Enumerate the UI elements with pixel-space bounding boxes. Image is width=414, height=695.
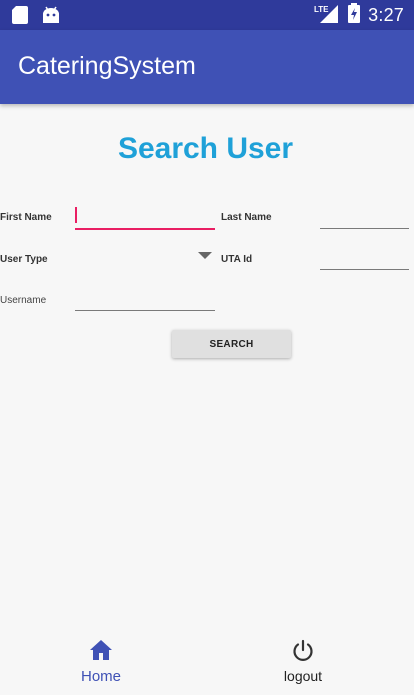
- uta-id-underline: [320, 269, 409, 270]
- username-underline: [75, 310, 215, 311]
- username-label: Username: [0, 295, 47, 306]
- app-bar: CateringSystem: [0, 30, 414, 104]
- power-icon: [291, 639, 315, 668]
- first-name-underline: [75, 228, 215, 230]
- status-bar: LTE 3:27: [0, 0, 414, 30]
- status-icons: LTE 3:27: [314, 0, 404, 30]
- android-icon: [42, 6, 60, 24]
- last-name-label: Last Name: [221, 212, 272, 223]
- battery-charging-icon: [348, 2, 361, 28]
- app-title: CateringSystem: [18, 52, 196, 80]
- last-name-underline: [320, 228, 409, 229]
- sd-card-icon: [12, 6, 28, 24]
- uta-id-input[interactable]: [322, 247, 408, 267]
- username-input[interactable]: [78, 288, 214, 308]
- chevron-down-icon: [198, 252, 212, 259]
- status-time: 3:27: [368, 4, 404, 25]
- uta-id-label: UTA Id: [221, 254, 253, 265]
- first-name-label: First Name: [0, 212, 52, 223]
- nav-label-home: Home: [80, 668, 121, 685]
- last-name-input[interactable]: [322, 206, 408, 226]
- nav-item-logout[interactable]: logout: [253, 629, 353, 695]
- nav-label-logout: logout: [283, 668, 323, 684]
- nav-item-home[interactable]: Home: [51, 629, 151, 695]
- user-type-dropdown[interactable]: [75, 244, 215, 268]
- text-cursor: [75, 207, 77, 223]
- home-icon: [89, 639, 113, 666]
- search-button[interactable]: SEARCH: [172, 330, 291, 358]
- page-title: Search User: [117, 132, 294, 165]
- bottom-navigation: Home logout: [0, 629, 414, 695]
- first-name-input[interactable]: [80, 206, 214, 226]
- user-type-label: User Type: [0, 254, 48, 265]
- lte-label: LTE: [314, 5, 329, 14]
- signal-icon: LTE: [314, 3, 340, 28]
